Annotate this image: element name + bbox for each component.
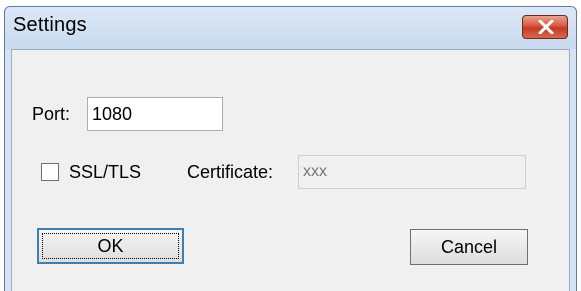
close-icon <box>538 20 554 34</box>
close-button[interactable] <box>522 15 568 39</box>
certificate-input[interactable] <box>298 155 526 189</box>
title-bar[interactable]: Settings <box>5 7 576 49</box>
ssl-tls-label[interactable]: SSL/TLS <box>69 162 141 183</box>
settings-dialog: Settings Port: SSL/TLS Certificate: OK C… <box>4 6 577 291</box>
cancel-button-label: Cancel <box>440 237 498 257</box>
window-title: Settings <box>13 14 87 36</box>
port-label: Port: <box>32 104 71 124</box>
port-input[interactable] <box>87 97 223 131</box>
ssl-tls-checkbox[interactable] <box>41 163 59 181</box>
ok-button-label: OK <box>97 236 124 256</box>
certificate-label: Certificate: <box>187 162 274 182</box>
cancel-button[interactable]: Cancel <box>410 229 528 265</box>
dialog-content: Port: SSL/TLS Certificate: OK Cancel <box>11 49 570 291</box>
ok-button[interactable]: OK <box>37 228 184 264</box>
